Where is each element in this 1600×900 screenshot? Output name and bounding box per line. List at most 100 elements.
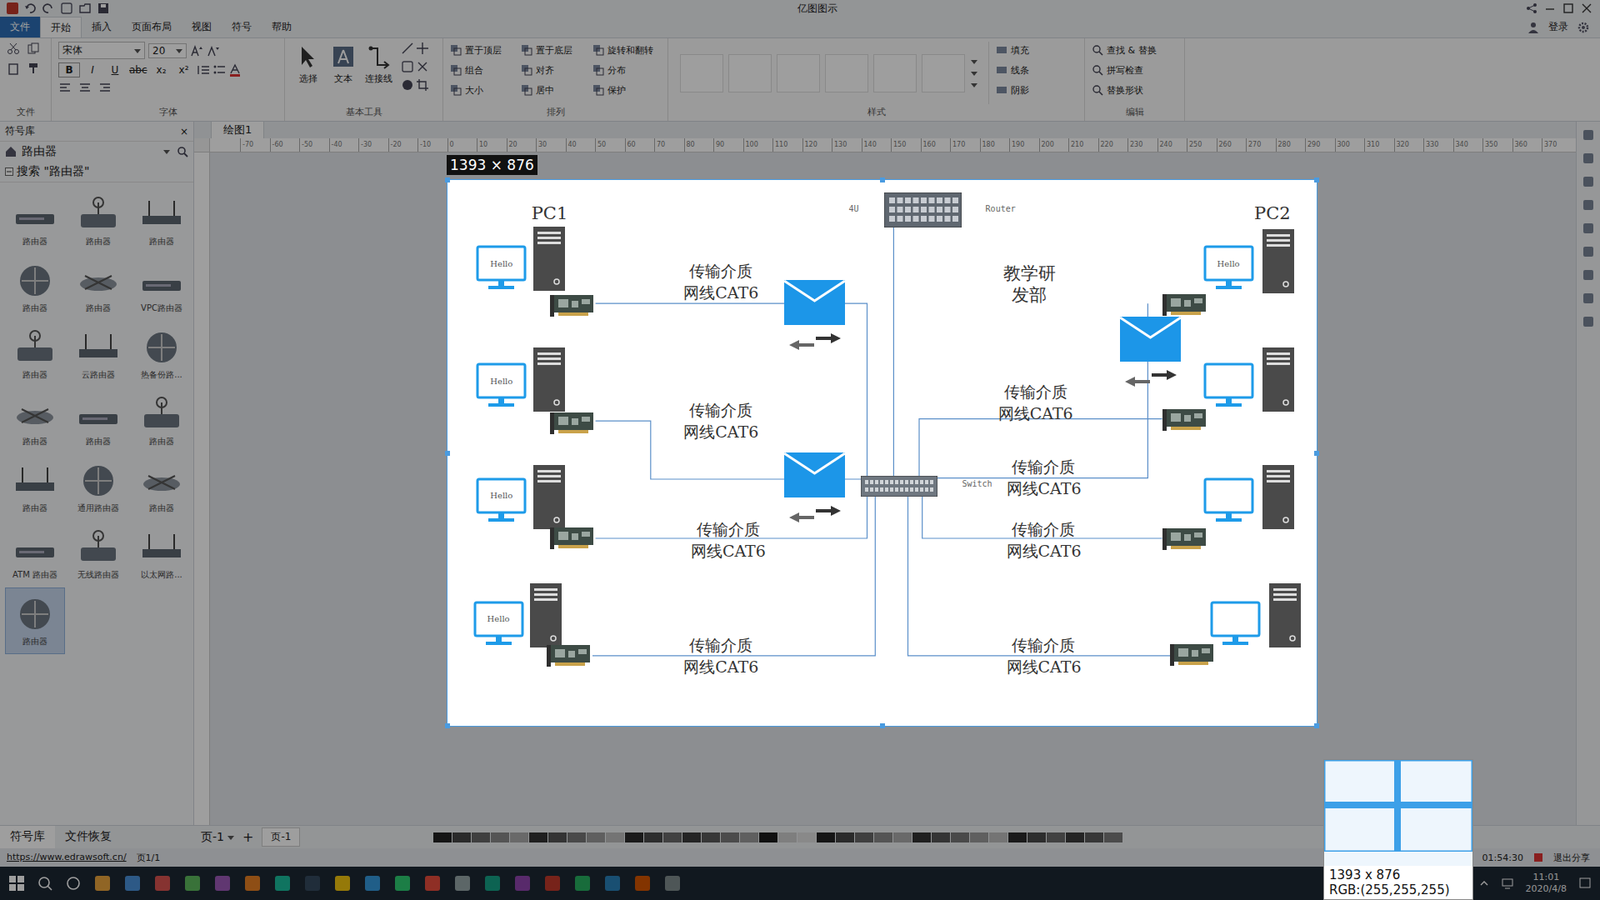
arrange-button[interactable]: 旋转和翻转 [592, 41, 661, 59]
paste-icon[interactable] [6, 61, 20, 75]
panel-tab[interactable]: 文件恢复 [55, 825, 122, 849]
search-icon[interactable] [176, 145, 189, 158]
symbol-item[interactable]: 路由器 [131, 387, 192, 455]
color-swatch[interactable] [1065, 832, 1085, 843]
share-icon[interactable] [1525, 1, 1539, 15]
symbol-item[interactable]: 路由器 [5, 387, 65, 455]
cortana-icon[interactable] [65, 875, 82, 892]
color-swatch[interactable] [797, 832, 816, 843]
font-style-button[interactable]: abc [127, 63, 150, 77]
library-category[interactable]: 路由器 [21, 144, 57, 160]
app-icon[interactable] [273, 874, 292, 893]
color-swatch[interactable] [490, 832, 510, 843]
symbol-item[interactable]: 云路由器 [68, 320, 129, 388]
quick-style-swatch[interactable] [680, 54, 724, 93]
save-icon[interactable] [96, 1, 110, 15]
selection-handle[interactable] [880, 177, 885, 183]
document-tab[interactable]: 绘图1 [210, 120, 265, 139]
symbol-item[interactable]: 路由器 [5, 320, 65, 388]
stop-share-button[interactable]: 退出分享 [1553, 851, 1590, 865]
symbol-item[interactable]: 路由器 [5, 254, 65, 321]
symbol-item[interactable]: 路由器 [68, 187, 129, 255]
selection-handle[interactable] [445, 177, 450, 183]
color-swatch[interactable] [548, 832, 567, 843]
side-tool-icon[interactable] [1581, 291, 1595, 305]
arrange-button[interactable]: 分布 [592, 61, 661, 79]
color-swatch[interactable] [625, 832, 644, 843]
minimize-icon[interactable] [1543, 1, 1557, 15]
arrange-button[interactable]: 对齐 [520, 61, 580, 79]
app-icon[interactable] [393, 874, 412, 893]
color-swatch[interactable] [950, 832, 970, 843]
color-swatch[interactable] [778, 832, 797, 843]
side-tool-icon[interactable] [1581, 245, 1595, 259]
app-icon[interactable] [453, 874, 472, 893]
symbol-item[interactable]: 路由器 [5, 187, 65, 255]
color-swatch[interactable] [912, 832, 931, 843]
panel-tab[interactable]: 符号库 [0, 825, 55, 849]
dropdown-icon[interactable] [163, 148, 170, 155]
app-icon[interactable] [483, 874, 502, 893]
tray-arrow-icon[interactable] [1479, 878, 1490, 889]
color-swatch[interactable] [1085, 832, 1104, 843]
symbol-item[interactable]: VPC路由器 [131, 254, 192, 321]
gallery-more-icon[interactable] [970, 55, 979, 92]
ribbon-tab[interactable]: 页面布局 [121, 16, 182, 38]
line-spacing-icon[interactable] [196, 63, 210, 77]
app-icon[interactable] [153, 874, 172, 893]
color-swatch[interactable] [682, 832, 701, 843]
arrange-button[interactable]: 置于顶层 [450, 41, 510, 59]
font-size-select[interactable]: 20 [148, 43, 187, 59]
app-icon[interactable] [513, 874, 532, 893]
color-swatch[interactable] [931, 832, 950, 843]
side-tool-icon[interactable] [1581, 221, 1595, 235]
page-select[interactable]: 页-1 [200, 830, 235, 845]
app-icon[interactable] [543, 874, 562, 893]
ribbon-tab[interactable]: 开始 [40, 16, 82, 38]
maximize-icon[interactable] [1561, 1, 1575, 15]
rect-tool-icon[interactable] [400, 60, 415, 74]
color-swatch[interactable] [816, 832, 835, 843]
side-tool-icon[interactable] [1581, 128, 1595, 142]
shrink-font-icon[interactable] [206, 44, 220, 58]
app-icon[interactable] [423, 874, 442, 893]
font-color-icon[interactable] [228, 63, 242, 77]
color-swatch[interactable] [644, 832, 663, 843]
side-tool-icon[interactable] [1581, 175, 1595, 189]
color-swatch[interactable] [759, 832, 778, 843]
undo-icon[interactable] [23, 1, 37, 15]
font-style-button[interactable]: B [58, 62, 80, 78]
symbol-item[interactable]: 路由器 [5, 454, 65, 521]
collapse-icon[interactable] [5, 167, 14, 176]
notification-icon[interactable] [1578, 876, 1592, 890]
symbol-item[interactable]: 通用路由器 [68, 454, 129, 521]
font-style-button[interactable]: U [105, 63, 125, 77]
selection-handle[interactable] [1314, 450, 1320, 456]
symbol-item[interactable]: ATM 路由器 [5, 520, 65, 588]
grow-font-icon[interactable] [190, 44, 204, 58]
align-right-icon[interactable] [98, 80, 112, 95]
color-swatch[interactable] [1008, 832, 1027, 843]
ellipse-tool-icon[interactable] [400, 78, 415, 92]
color-swatch[interactable] [663, 832, 682, 843]
align-left-icon[interactable] [58, 80, 72, 95]
side-tool-icon[interactable] [1581, 198, 1595, 212]
app-icon[interactable] [573, 874, 592, 893]
add-page-button[interactable]: + [242, 829, 254, 845]
symbol-item[interactable]: 路由器 [131, 454, 192, 521]
color-swatch[interactable] [720, 832, 740, 843]
tool-button[interactable]: 文本 [326, 41, 360, 105]
quick-style-swatch[interactable] [921, 54, 965, 93]
windows-icon[interactable] [8, 875, 25, 892]
font-style-button[interactable]: x² [174, 63, 195, 77]
side-tool-icon[interactable] [1581, 151, 1595, 165]
redo-icon[interactable] [41, 1, 55, 15]
app-icon[interactable] [603, 874, 622, 893]
font-style-button[interactable]: x₂ [151, 63, 172, 77]
arrange-button[interactable]: 置于底层 [520, 41, 580, 59]
edit-button[interactable]: 查找 & 替换 [1091, 41, 1178, 59]
selection-handle[interactable] [445, 723, 450, 729]
close-icon[interactable] [1580, 1, 1594, 15]
color-swatch[interactable] [1027, 832, 1046, 843]
side-tool-icon[interactable] [1581, 315, 1595, 329]
